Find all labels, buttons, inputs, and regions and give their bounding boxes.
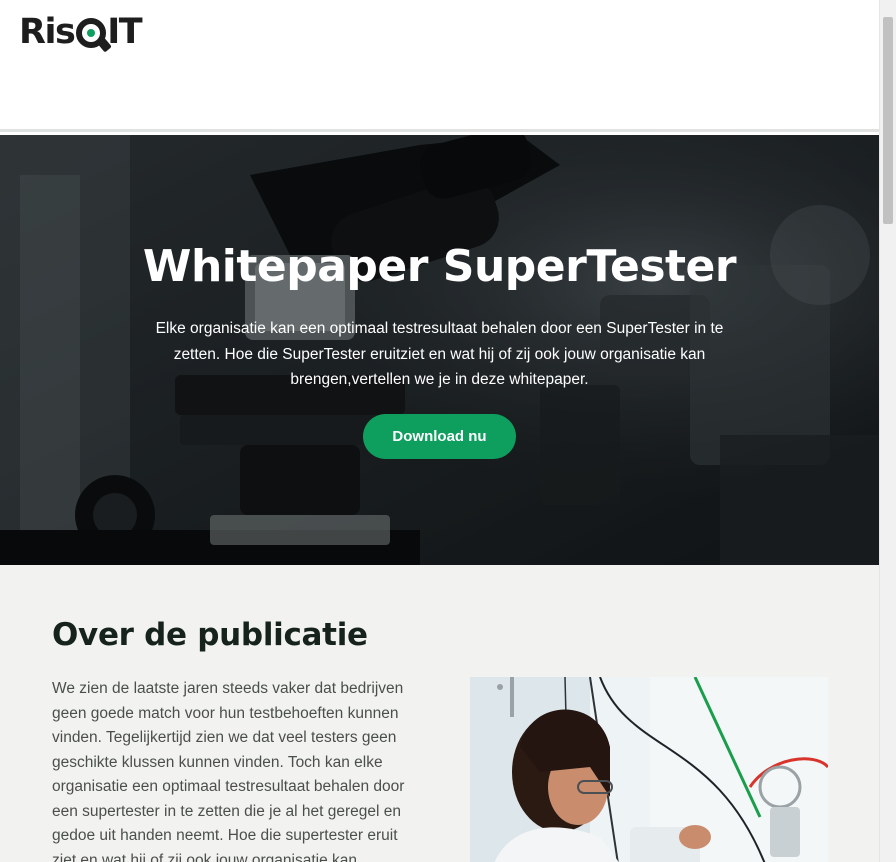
about-section: Over de publicatie We zien de laatste ja… bbox=[0, 565, 879, 862]
about-text: We zien de laatste jaren steeds vaker da… bbox=[52, 680, 405, 862]
download-button[interactable]: Download nu bbox=[363, 414, 516, 459]
lab-researcher-image bbox=[470, 677, 828, 862]
scrollbar-thumb[interactable] bbox=[883, 17, 893, 224]
hero-description: Elke organisatie kan een optimaal testre… bbox=[155, 320, 724, 388]
hero-banner: Whitepaper SuperTester Elke organisatie … bbox=[0, 135, 879, 565]
logo-suffix: IT bbox=[107, 12, 142, 52]
logo-q-icon bbox=[76, 18, 113, 53]
risqit-logo[interactable]: Ris IT bbox=[19, 12, 143, 53]
hero-title: Whitepaper SuperTester bbox=[142, 241, 737, 292]
about-title: Over de publicatie bbox=[52, 617, 368, 653]
site-header: Ris IT bbox=[0, 0, 879, 132]
page-scrollbar[interactable] bbox=[879, 0, 896, 862]
page-viewport: Ris IT Whitepaper SuperTester Elke organ… bbox=[0, 0, 879, 862]
logo-prefix: Ris bbox=[19, 12, 76, 52]
